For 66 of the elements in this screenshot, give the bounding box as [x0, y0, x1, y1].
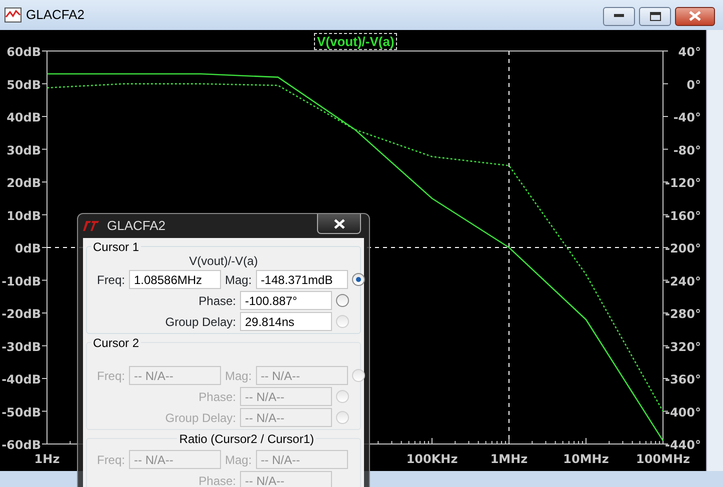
field-label: Freq: — [96, 368, 125, 384]
group-title: Cursor 2 — [91, 336, 142, 350]
group-title: Cursor 1 — [91, 240, 142, 254]
maximize-button[interactable] — [639, 6, 671, 26]
radio-button[interactable] — [352, 273, 365, 286]
phase-axis-label: -40° — [673, 110, 701, 124]
y-axis-label: 60dB — [6, 45, 41, 59]
y-axis-label: -40dB — [2, 372, 41, 386]
y-axis-label: 50dB — [6, 78, 41, 92]
dialog-title: GLACFA2 — [107, 217, 166, 236]
close-button[interactable] — [317, 214, 361, 234]
y-axis-label: -20dB — [2, 307, 41, 321]
value-field[interactable]: 1.08586MHz — [129, 270, 221, 289]
phase-axis-label: 0° — [686, 78, 701, 92]
phase-axis-label: -360° — [664, 372, 701, 386]
chart-icon — [4, 7, 22, 23]
x-axis-label: 10MHz — [563, 452, 609, 466]
radio-button[interactable] — [336, 294, 349, 307]
logo-icon — [83, 221, 99, 231]
field-label: Group Delay: — [164, 410, 236, 426]
phase-axis-label: -440° — [664, 438, 701, 452]
phase-axis-label: -400° — [664, 405, 701, 420]
y-axis-label: 30dB — [6, 143, 41, 158]
y-axis-label: -50dB — [2, 405, 41, 420]
trace-name: V(vout)/-V(a) — [188, 254, 259, 268]
trace-title[interactable]: V(vout)/-V(a) — [314, 33, 398, 50]
field-label: Phase: — [198, 292, 236, 310]
value-field[interactable]: -100.887° — [240, 291, 332, 310]
cursor-line[interactable] — [508, 50, 510, 444]
phase-axis-label: -320° — [664, 340, 701, 354]
x-axis-label: 1MHz — [490, 452, 528, 466]
minimize-icon — [614, 14, 624, 18]
close-icon — [334, 218, 344, 228]
field-label: Group Delay: — [164, 314, 236, 330]
maximize-icon — [650, 12, 660, 20]
y-axis-label: 0dB — [14, 242, 41, 256]
field-label: Phase: — [198, 388, 236, 406]
value-field[interactable]: 29.814ns — [240, 312, 332, 331]
field-label: Phase: — [198, 472, 236, 487]
phase-axis-label: -240° — [664, 274, 701, 288]
phase-axis-label: -120° — [664, 176, 701, 190]
group-title: Ratio (Cursor2 / Cursor1) — [177, 432, 316, 446]
x-axis-label: 100MHz — [636, 452, 690, 466]
field-label: Mag: — [225, 272, 252, 288]
value-field[interactable]: -148.371mdB — [256, 270, 348, 289]
phase-axis-label: -200° — [664, 242, 701, 256]
y-axis-label: 20dB — [6, 176, 41, 190]
phase-axis-label: -160° — [664, 208, 701, 223]
minimize-button[interactable] — [603, 6, 635, 26]
field-label: Mag: — [225, 452, 252, 468]
x-axis-label: 100KHz — [406, 452, 458, 466]
field-label: Mag: — [225, 368, 252, 384]
phase-axis-label: -280° — [664, 307, 701, 321]
y-axis-label: -30dB — [2, 340, 41, 354]
y-axis-label: 10dB — [6, 208, 41, 223]
y-axis-label: -10dB — [2, 274, 41, 288]
y-axis-label: -60dB — [2, 438, 41, 452]
close-icon — [689, 11, 701, 21]
close-button[interactable] — [675, 6, 715, 26]
field-label: Freq: — [96, 452, 125, 468]
phase-axis-label: 40° — [678, 45, 701, 59]
phase-axis-label: -80° — [673, 143, 701, 158]
x-axis-label: 1Hz — [34, 452, 60, 466]
field-label: Freq: — [96, 272, 125, 288]
y-axis-label: 40dB — [6, 110, 41, 124]
window-title: GLACFA2 — [26, 6, 85, 24]
